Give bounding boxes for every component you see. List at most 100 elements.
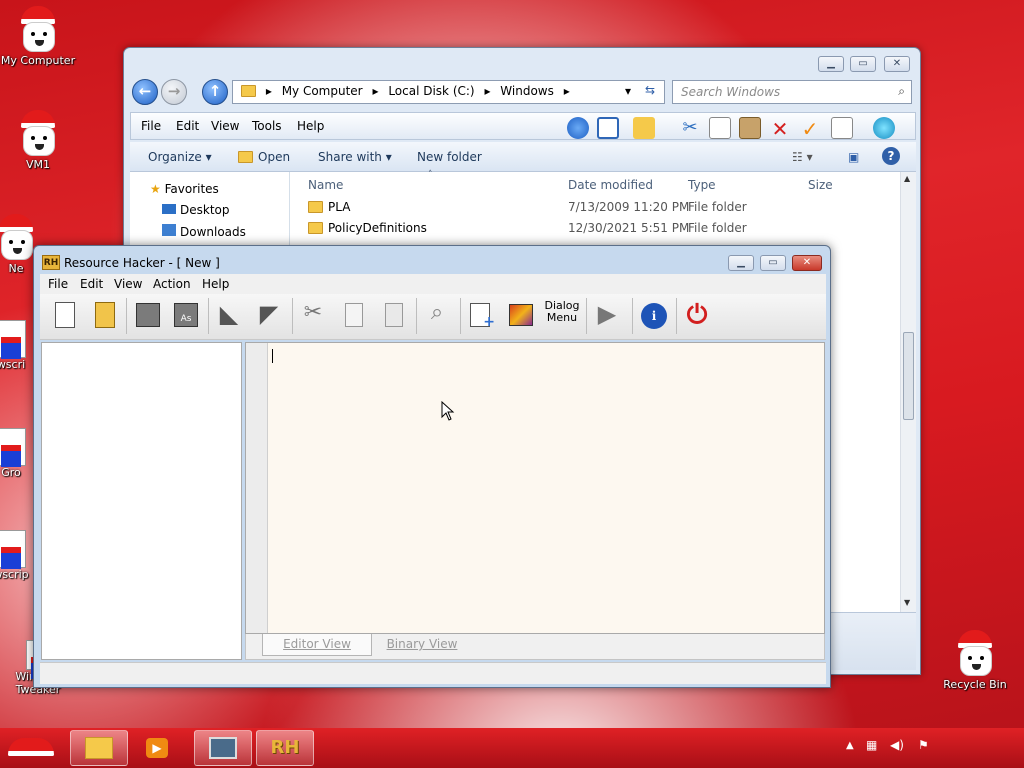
close-button[interactable]: ✕: [792, 255, 822, 271]
column-name[interactable]: Name: [308, 178, 343, 192]
info-icon[interactable]: i: [638, 300, 668, 332]
globe-icon[interactable]: [873, 117, 895, 139]
properties-icon[interactable]: [831, 117, 853, 139]
cut-icon[interactable]: ✂: [298, 300, 328, 332]
address-bar[interactable]: ▸ My Computer ▸ Local Disk (C:) ▸ Window…: [232, 80, 665, 104]
save-icon[interactable]: [132, 300, 162, 332]
up-arrow-icon[interactable]: ↑: [202, 79, 228, 105]
compile-arrow-icon[interactable]: ◣: [214, 300, 244, 332]
tab-binary-view[interactable]: Binary View: [372, 634, 472, 656]
paste-icon[interactable]: [378, 300, 408, 332]
breadcrumb-my-computer[interactable]: My Computer: [282, 84, 363, 98]
desktop-icon-wscript-2[interactable]: wscrip: [0, 530, 36, 581]
menu-file[interactable]: File: [48, 277, 68, 291]
menu-view[interactable]: View: [211, 119, 239, 133]
dialog-menu-button[interactable]: Dialog Menu: [544, 300, 580, 332]
add-image-icon[interactable]: [506, 300, 536, 332]
save-as-icon[interactable]: As: [170, 300, 200, 332]
resource-hacker-window: RH Resource Hacker - [ New ] ▁ ▭ ✕ File …: [33, 245, 831, 688]
delete-icon[interactable]: ✕: [769, 117, 791, 141]
menu-tools[interactable]: Tools: [252, 119, 282, 133]
open-file-icon[interactable]: [90, 300, 120, 332]
copy-icon[interactable]: [709, 117, 731, 139]
run-script-icon[interactable]: ▶: [592, 300, 622, 332]
power-exit-icon[interactable]: ⏻: [682, 300, 712, 332]
paste-icon[interactable]: [739, 117, 761, 139]
resource-tree[interactable]: [41, 342, 242, 660]
new-folder-button[interactable]: New folder: [417, 150, 482, 164]
menu-file[interactable]: File: [141, 119, 161, 133]
pane-toggle-icon[interactable]: [597, 117, 619, 139]
up-icon[interactable]: [567, 117, 589, 139]
breadcrumb-local-disk[interactable]: Local Disk (C:): [388, 84, 474, 98]
taskbar-explorer-button[interactable]: [70, 730, 128, 766]
network-icon[interactable]: ▦: [866, 738, 877, 752]
new-file-icon[interactable]: [50, 300, 80, 332]
table-row[interactable]: PLA 7/13/2009 11:20 PM File folder: [290, 198, 900, 218]
taskbar-monitor-button[interactable]: [194, 730, 252, 766]
menu-edit[interactable]: Edit: [176, 119, 199, 133]
column-size[interactable]: Size: [808, 178, 833, 192]
menu-edit[interactable]: Edit: [80, 277, 103, 291]
taskbar-resource-hacker-button[interactable]: RH: [256, 730, 314, 766]
share-with-button[interactable]: Share with ▾: [318, 150, 392, 164]
desktop-icon-label: VM1: [25, 158, 50, 171]
volume-icon[interactable]: ◀): [890, 738, 904, 752]
maximize-button[interactable]: ▭: [850, 56, 876, 72]
open-button[interactable]: Open: [238, 150, 290, 164]
start-button[interactable]: [0, 732, 60, 766]
script-editor[interactable]: [245, 342, 825, 634]
taskbar-media-player-button[interactable]: ▶: [132, 730, 190, 766]
minimize-button[interactable]: ▁: [728, 255, 754, 271]
tray-arrow-icon[interactable]: ▲: [846, 740, 854, 751]
column-date-modified[interactable]: Date modified: [568, 178, 653, 192]
toolbar: As ◣ ◤ ✂ ⌕ + Dialog Menu ▶ i ⏻: [40, 294, 826, 340]
search-placeholder: Search Windows: [681, 85, 781, 99]
toolbar-separator: [676, 298, 677, 334]
menu-help[interactable]: Help: [297, 119, 324, 133]
view-options-icon[interactable]: ☷ ▾: [792, 150, 813, 164]
column-type[interactable]: Type: [688, 178, 716, 192]
breadcrumb-separator-icon: ▸: [563, 84, 570, 98]
folder-options-icon[interactable]: [633, 117, 655, 139]
desktop-icon-my-computer[interactable]: My Computer: [0, 6, 80, 67]
refresh-icon[interactable]: ⇆: [645, 83, 655, 97]
organize-button[interactable]: Organize ▾: [148, 150, 212, 164]
help-icon[interactable]: ?: [882, 147, 900, 165]
desktop-nav-item[interactable]: Desktop: [162, 203, 230, 217]
table-row[interactable]: PolicyDefinitions 12/30/2021 5:51 PM Fil…: [290, 219, 900, 239]
add-resource-icon[interactable]: +: [466, 300, 496, 332]
favorites-item[interactable]: ★ Favorites: [150, 182, 219, 196]
breadcrumb-windows[interactable]: Windows: [500, 84, 554, 98]
folder-icon: [85, 737, 113, 759]
menu-help[interactable]: Help: [202, 277, 229, 291]
tab-editor-view[interactable]: Editor View: [262, 634, 372, 656]
script-arrow-icon[interactable]: ◤: [254, 300, 284, 332]
preview-pane-icon[interactable]: ▣: [848, 150, 859, 164]
downloads-nav-item[interactable]: Downloads: [162, 224, 246, 239]
desktop-icon-group[interactable]: Gro: [0, 428, 36, 479]
close-button[interactable]: ✕: [884, 56, 910, 72]
back-arrow-icon[interactable]: ←: [132, 79, 158, 105]
checkmark-icon[interactable]: ✓: [799, 117, 821, 141]
maximize-button[interactable]: ▭: [760, 255, 786, 271]
search-input[interactable]: Search Windows ⌕: [672, 80, 912, 104]
copy-icon[interactable]: [338, 300, 368, 332]
vertical-scrollbar[interactable]: ▲ ▼: [900, 172, 916, 612]
desktop-icon-recycle-bin[interactable]: Recycle Bin: [933, 630, 1017, 691]
find-icon[interactable]: ⌕: [422, 300, 452, 332]
file-name-cell: PolicyDefinitions: [308, 221, 427, 235]
desktop-icon-vm1[interactable]: VM1: [0, 110, 80, 171]
chevron-down-icon[interactable]: ▾: [625, 84, 631, 98]
menu-action[interactable]: Action: [153, 277, 191, 291]
scroll-up-icon[interactable]: ▲: [904, 174, 910, 183]
scroll-down-icon[interactable]: ▼: [904, 598, 910, 607]
minimize-button[interactable]: ▁: [818, 56, 844, 72]
menu-view[interactable]: View: [114, 277, 142, 291]
action-center-icon[interactable]: ⚑: [918, 738, 929, 752]
desktop-icon-wscript-1[interactable]: wscri: [0, 320, 36, 371]
forward-arrow-icon[interactable]: →: [161, 79, 187, 105]
view-tabs: Editor View Binary View: [245, 634, 825, 660]
cut-icon[interactable]: ✂: [679, 117, 701, 139]
scroll-thumb[interactable]: [903, 332, 914, 420]
